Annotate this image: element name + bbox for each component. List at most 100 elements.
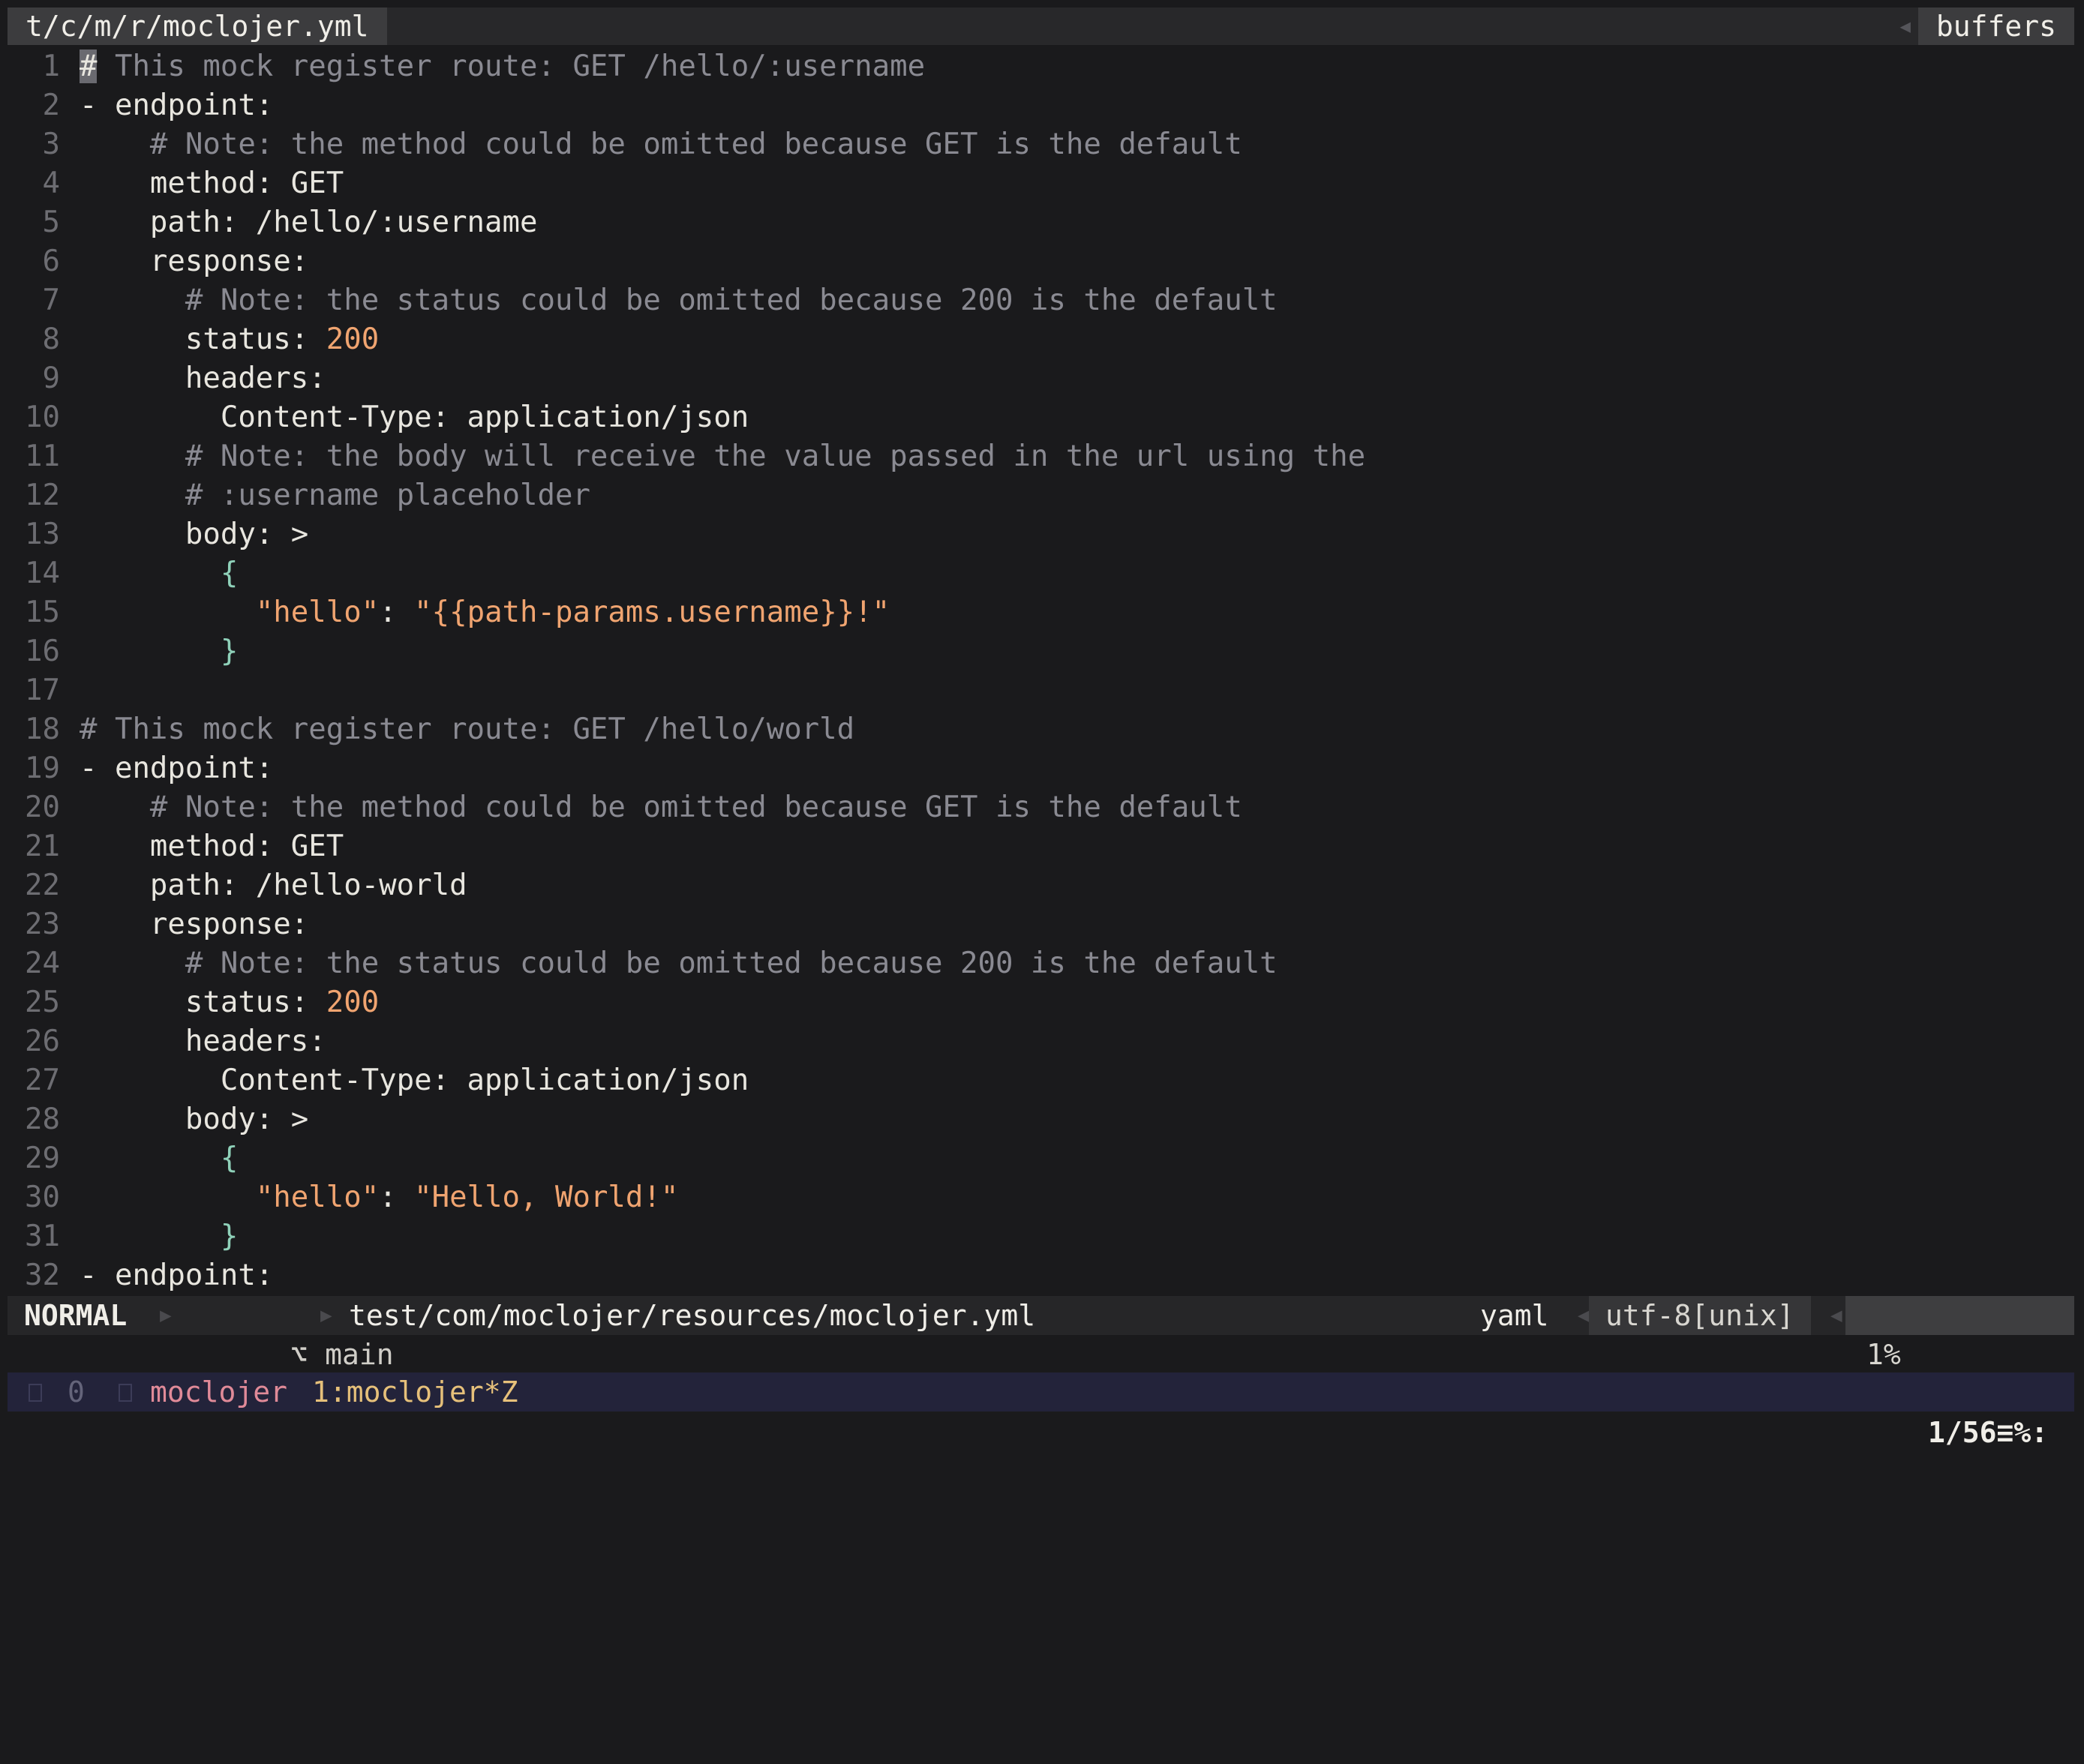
code-token: # Note: the method could be omitted beca… bbox=[149, 790, 1242, 824]
tmux-window[interactable]: 1:moclojer*Z bbox=[312, 1372, 518, 1412]
code-token: # Note: the method could be omitted beca… bbox=[149, 128, 1242, 161]
code-token: - endpoint: bbox=[80, 1258, 274, 1292]
code-token: 200 bbox=[326, 986, 380, 1019]
code-line[interactable]: 19 - endpoint: bbox=[8, 749, 2074, 788]
code-line[interactable]: 16 } bbox=[8, 632, 2074, 671]
line-number: 22 bbox=[25, 868, 60, 902]
code-token: method: GET bbox=[80, 830, 344, 863]
code-line[interactable]: 1 # This mock register route: GET /hello/… bbox=[8, 47, 2074, 86]
line-number: 20 bbox=[25, 790, 60, 824]
line-number: 7 bbox=[42, 284, 60, 317]
code-line[interactable]: 10 Content-Type: application/json bbox=[8, 398, 2074, 437]
code-text: headers: bbox=[80, 359, 326, 398]
line-number: 16 bbox=[25, 634, 60, 668]
code-text: response: bbox=[80, 905, 308, 944]
code-line[interactable]: 3 # Note: the method could be omitted be… bbox=[8, 125, 2074, 164]
line-number: 6 bbox=[42, 244, 60, 278]
code-line[interactable]: 14 { bbox=[8, 554, 2074, 593]
line-number: 25 bbox=[25, 986, 60, 1019]
code-line[interactable]: 26 headers: bbox=[8, 1022, 2074, 1061]
file-type: yaml bbox=[1480, 1299, 1549, 1332]
line-number: 24 bbox=[25, 946, 60, 980]
code-line[interactable]: 31 } bbox=[8, 1217, 2074, 1256]
tabline: t/c/m/r/moclojer.yml ◀ buffers bbox=[8, 8, 2074, 45]
code-text: # This mock register route: GET /hello/:… bbox=[80, 47, 925, 86]
scroll-percent: 1% bbox=[1866, 1338, 1901, 1371]
line-number: 12 bbox=[25, 478, 60, 512]
line-number: 26 bbox=[25, 1024, 60, 1058]
code-line[interactable]: 24 # Note: the status could be omitted b… bbox=[8, 944, 2074, 983]
code-token: "hello" bbox=[255, 1180, 380, 1214]
code-text: # Note: the method could be omitted beca… bbox=[80, 125, 1242, 164]
tmux-session-name[interactable]: moclojer bbox=[150, 1372, 287, 1412]
code-text: { bbox=[80, 554, 238, 593]
code-line[interactable]: 21 method: GET bbox=[8, 827, 2074, 866]
code-token: headers: bbox=[80, 1024, 326, 1058]
line-number: 11 bbox=[25, 440, 60, 473]
code-line[interactable]: 29 { bbox=[8, 1139, 2074, 1178]
code-token: : bbox=[379, 596, 415, 629]
code-token: : bbox=[379, 1180, 415, 1214]
code-line[interactable]: 13 body: > bbox=[8, 515, 2074, 554]
line-number: 2 bbox=[42, 88, 60, 122]
code-text: "hello": "Hello, World!" bbox=[80, 1178, 679, 1217]
code-line[interactable]: 30 "hello": "Hello, World!" bbox=[8, 1178, 2074, 1217]
code-token: "hello" bbox=[255, 596, 380, 629]
cursor-position: 1% LF 1/56≡%: bbox=[1845, 1296, 2074, 1449]
code-line[interactable]: 18 # This mock register route: GET /hello… bbox=[8, 710, 2074, 749]
code-line[interactable]: 5 path: /hello/:username bbox=[8, 203, 2074, 242]
line-number: 4 bbox=[42, 166, 60, 200]
tmux-status-bar: 0 moclojer 1:moclojer*Z bbox=[8, 1372, 2074, 1412]
terminal-screen: t/c/m/r/moclojer.yml ◀ buffers 1 # This m… bbox=[0, 0, 2084, 1455]
code-line[interactable]: 2 - endpoint: bbox=[8, 86, 2074, 125]
code-text: status: 200 bbox=[80, 320, 379, 359]
line-number: 5 bbox=[42, 206, 60, 239]
line-number: 31 bbox=[25, 1220, 60, 1253]
code-text: Content-Type: application/json bbox=[80, 1061, 749, 1100]
code-line[interactable]: 28 body: > bbox=[8, 1100, 2074, 1139]
code-text: headers: bbox=[80, 1022, 326, 1061]
code-line[interactable]: 20 # Note: the method could be omitted b… bbox=[8, 788, 2074, 827]
file-encoding: utf-8[unix] bbox=[1589, 1296, 1811, 1335]
text-cursor: # bbox=[80, 50, 98, 83]
code-token: method: GET bbox=[80, 166, 344, 200]
line-number: 23 bbox=[25, 908, 60, 941]
code-line[interactable]: 4 method: GET bbox=[8, 164, 2074, 203]
code-line[interactable]: 27 Content-Type: application/json bbox=[8, 1061, 2074, 1100]
code-line[interactable]: 7 # Note: the status could be omitted be… bbox=[8, 281, 2074, 320]
code-line[interactable]: 32 - endpoint: bbox=[8, 1256, 2074, 1295]
line-number: 29 bbox=[25, 1142, 60, 1175]
tmux-index: 0 bbox=[68, 1376, 85, 1408]
line-number: 27 bbox=[25, 1064, 60, 1097]
code-text: body: > bbox=[80, 515, 308, 554]
code-line[interactable]: 15 "hello": "{{path-params.username}}!" bbox=[8, 593, 2074, 632]
code-line[interactable]: 11 # Note: the body will receive the val… bbox=[8, 437, 2074, 476]
line-number: 30 bbox=[25, 1180, 60, 1214]
code-text: # :username placeholder bbox=[80, 476, 590, 515]
code-token: "Hello, World!" bbox=[414, 1180, 679, 1214]
code-token: # Note: the status could be omitted beca… bbox=[185, 284, 1278, 317]
code-line[interactable]: 8 status: 200 bbox=[8, 320, 2074, 359]
code-line[interactable]: 12 # :username placeholder bbox=[8, 476, 2074, 515]
line-number: 1 bbox=[42, 50, 60, 83]
code-line[interactable]: 25 status: 200 bbox=[8, 983, 2074, 1022]
file-tab[interactable]: t/c/m/r/moclojer.yml bbox=[8, 8, 387, 45]
code-line[interactable]: 23 response: bbox=[8, 905, 2074, 944]
code-line[interactable]: 6 response: bbox=[8, 242, 2074, 281]
separator-arrow-icon: ◀ bbox=[1830, 1304, 1842, 1327]
editor[interactable]: 1 # This mock register route: GET /hello/… bbox=[8, 47, 2074, 1295]
code-text: response: bbox=[80, 242, 308, 281]
code-line[interactable]: 17 bbox=[8, 671, 2074, 710]
code-line[interactable]: 9 headers: bbox=[8, 359, 2074, 398]
line-number: 8 bbox=[42, 322, 60, 356]
code-line[interactable]: 22 path: /hello-world bbox=[8, 866, 2074, 905]
buffers-tab[interactable]: buffers bbox=[1917, 8, 2074, 45]
